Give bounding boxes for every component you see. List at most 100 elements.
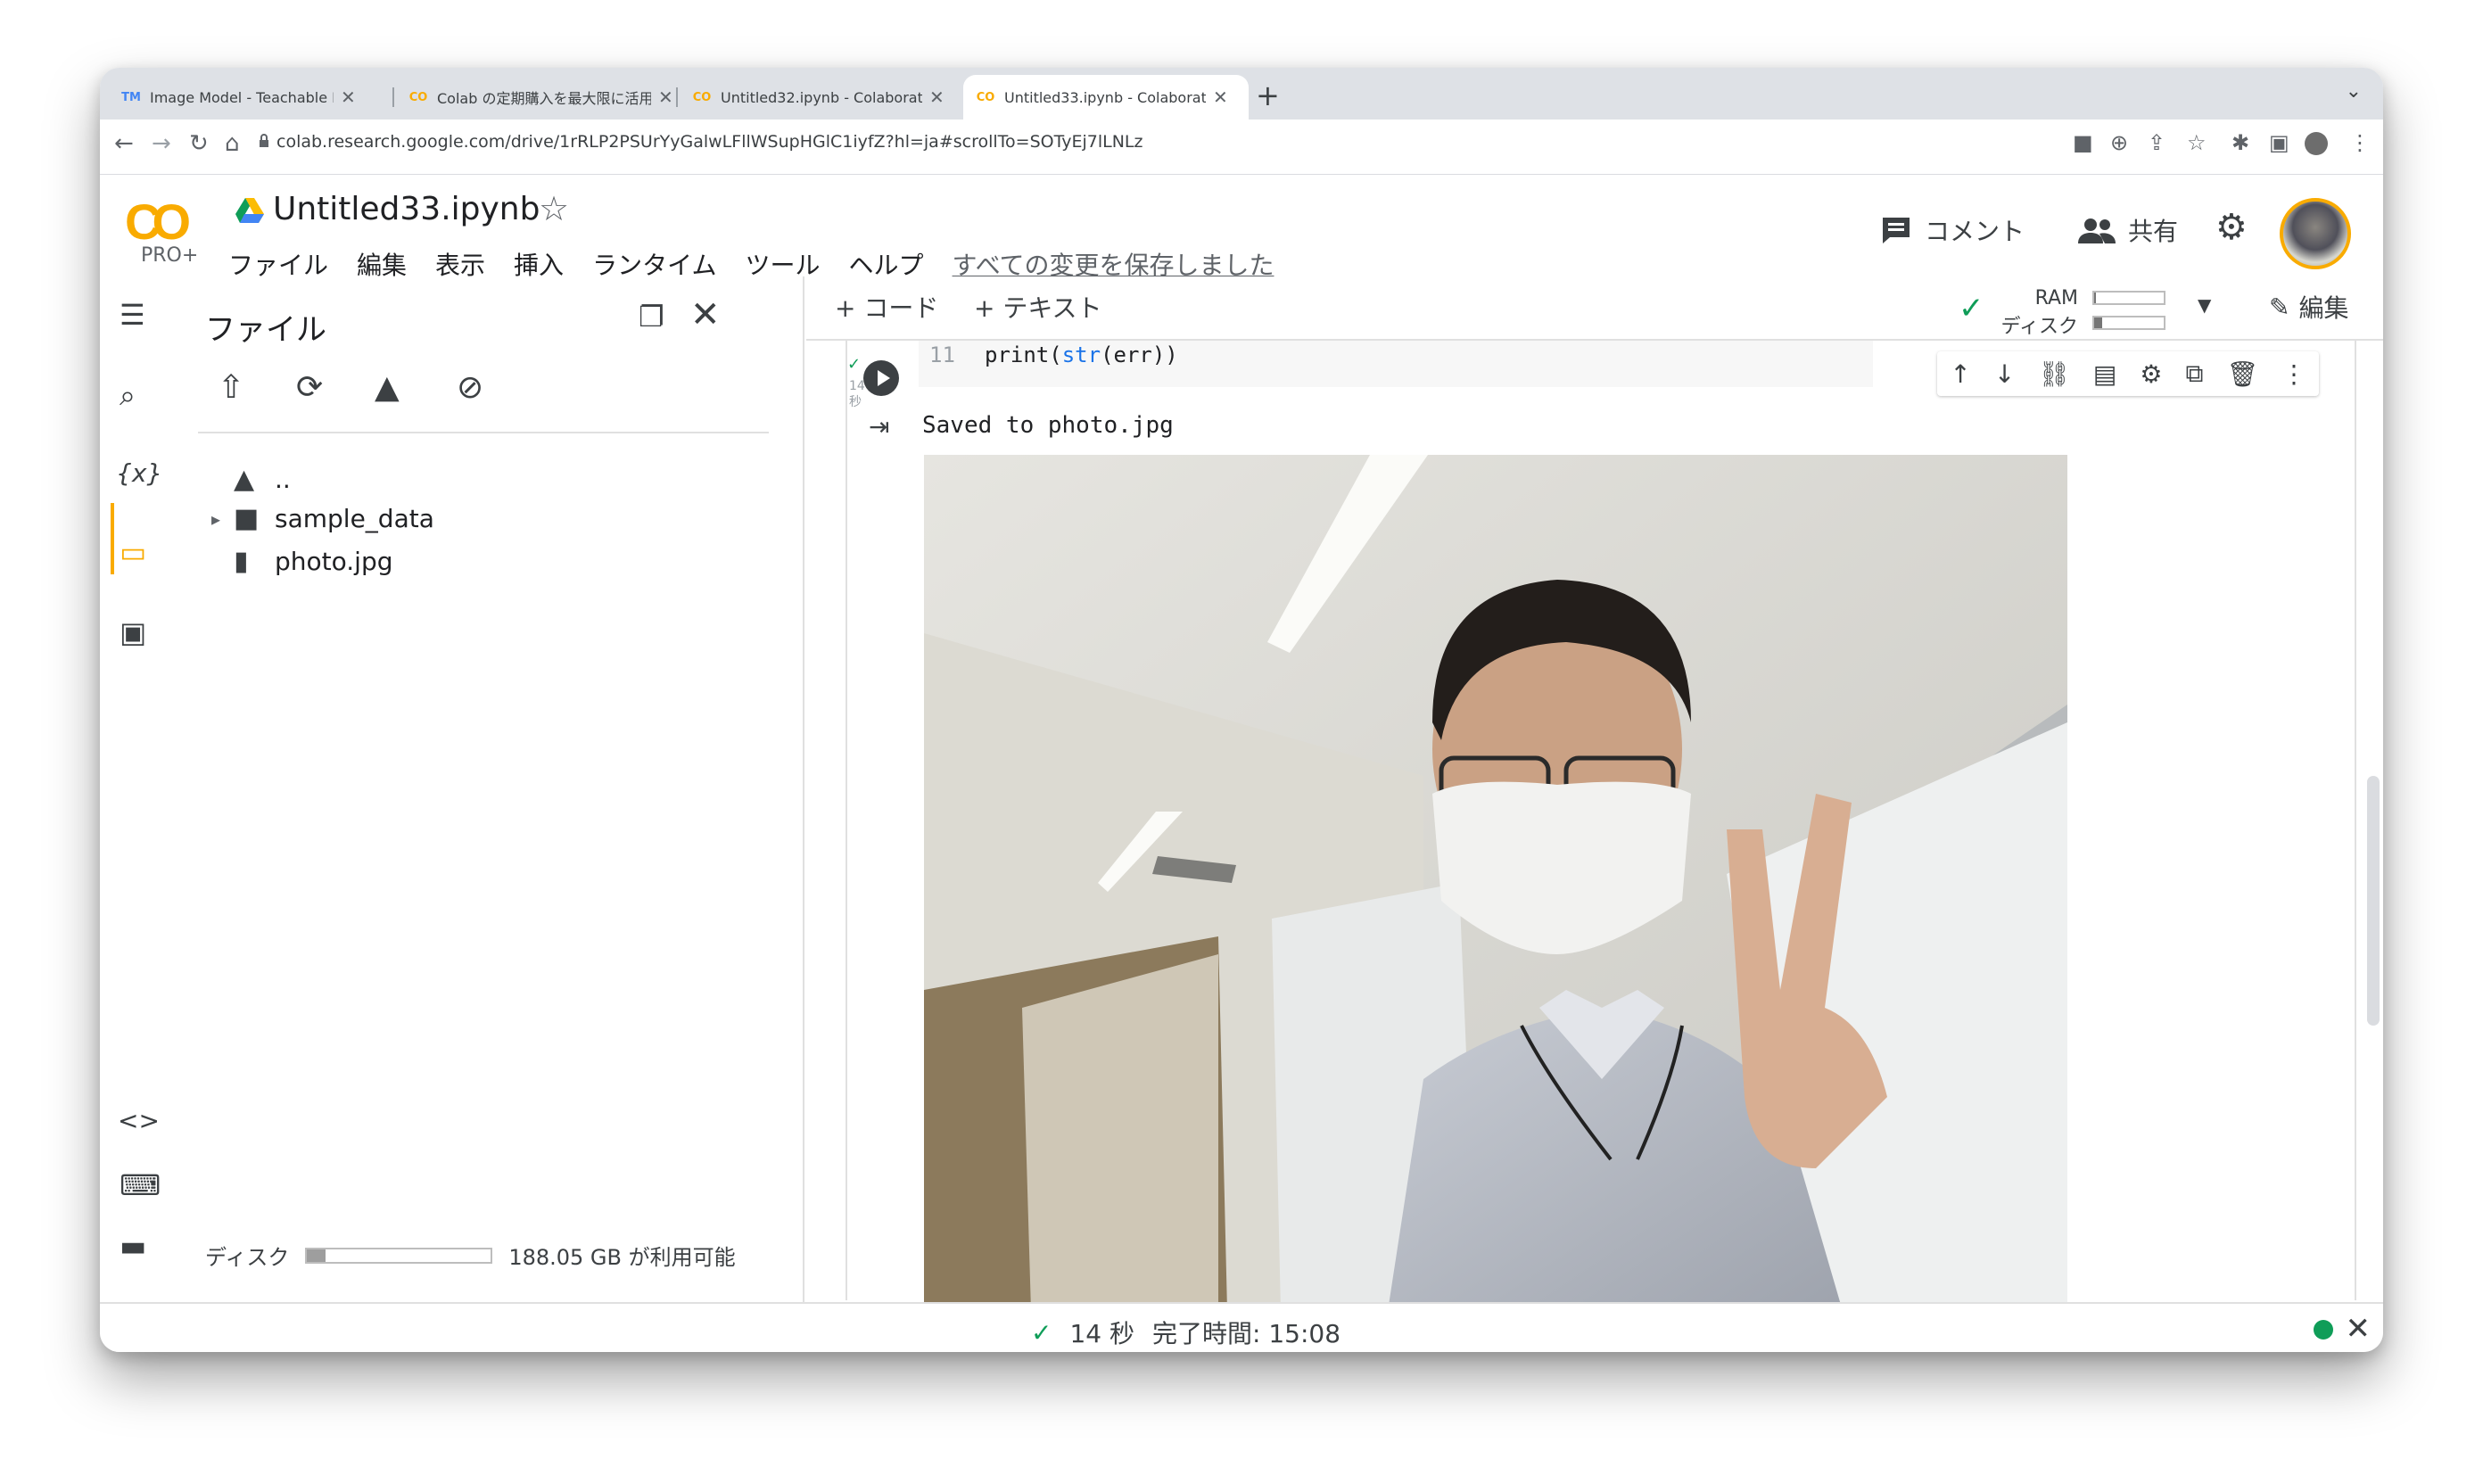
run-cell-button[interactable] <box>863 360 899 396</box>
disk-usage: ディスク 188.05 GB が利用可能 <box>205 1240 736 1271</box>
tab-title: Untitled32.ipynb - Colaboratory <box>721 88 922 106</box>
close-panel-icon[interactable]: ✕ <box>690 294 721 335</box>
output-redirect-icon[interactable]: ⇥ <box>869 412 889 441</box>
more-options-icon[interactable]: ⋮ <box>2281 359 2306 389</box>
forward-icon[interactable]: → <box>152 130 171 157</box>
tab-title: Image Model - Teachable Machine <box>150 88 334 106</box>
browser-window: TM Image Model - Teachable Machine ✕ CO … <box>100 68 2383 1352</box>
star-icon[interactable]: ☆ <box>539 189 569 228</box>
code-cell[interactable]: ✓ 14 秒 ⇥ 11 print(str(err)) ↑ ↓ ⛓ ▤ ⚙ ⧉ 🗑… <box>846 341 2356 1311</box>
hide-files-icon[interactable]: ⊘ <box>457 369 483 406</box>
close-tab-icon[interactable]: ✕ <box>341 87 356 108</box>
link-icon[interactable]: ⛓ <box>2038 359 2070 389</box>
ram-fill <box>2094 293 2097 303</box>
share-button[interactable]: 共有 <box>2078 212 2178 248</box>
colab-favicon: CO <box>408 90 428 104</box>
connection-status-dot[interactable] <box>2314 1320 2333 1340</box>
camera-icon[interactable]: ■ <box>2073 130 2093 155</box>
tab-title: Colab の定期購入を最大限に活用する <box>437 90 651 107</box>
delete-icon[interactable]: 🗑 <box>2226 359 2258 389</box>
refresh-folder-icon[interactable]: ⟳ <box>296 369 323 406</box>
notebook-title[interactable]: Untitled33.ipynb <box>273 191 540 227</box>
status-check-icon: ✓ <box>1031 1317 1052 1348</box>
variables-icon[interactable]: {x} <box>116 458 162 488</box>
share-label: 共有 <box>2128 217 2179 246</box>
add-code-button[interactable]: + コード <box>835 289 938 325</box>
code-line[interactable]: print(str(err)) <box>985 342 1178 367</box>
disk-label: ディスク <box>205 1245 290 1270</box>
tab-teachable-machine[interactable]: TM Image Model - Teachable Machine ✕ <box>109 75 368 120</box>
reload-icon[interactable]: ↻ <box>189 130 209 157</box>
notebook-toolbar: + コード + テキスト ✓ RAM ディスク ▼ ✎ 編集 ⌃ <box>806 276 2383 341</box>
teachable-machine-favicon: TM <box>121 90 141 104</box>
left-rail: ☰ ⌕ {x} ▭ ▣ <> ⌨ ▬ <box>100 276 171 1302</box>
side-panel-icon[interactable]: ▣ <box>2269 130 2289 155</box>
colab-logo[interactable]: CO PRO+ <box>125 193 202 273</box>
code-snippets-icon[interactable]: <> <box>118 1106 160 1135</box>
search-icon[interactable]: ⌕ <box>120 378 136 413</box>
file-row-parent[interactable]: ▲.. <box>198 464 291 495</box>
status-bar: ✓ 14 秒 完了時間: 15:08 ✕ <box>100 1302 2383 1352</box>
add-text-button[interactable]: + テキスト <box>974 289 1102 325</box>
tab-colab-subscription[interactable]: CO Colab の定期購入を最大限に活用する ✕ <box>396 75 686 120</box>
share-page-icon[interactable]: ⇪ <box>2148 130 2165 155</box>
edit-button[interactable]: ✎ 編集 <box>2269 289 2348 325</box>
account-avatar[interactable] <box>2280 198 2351 269</box>
rail-selection-indicator <box>111 503 114 574</box>
tab-search-chevron-icon[interactable]: ⌄ <box>2346 80 2362 103</box>
close-tab-icon[interactable]: ✕ <box>1213 87 1228 108</box>
mount-drive-icon[interactable]: ▲ <box>375 369 400 406</box>
home-icon[interactable]: ⌂ <box>225 130 240 157</box>
connected-check-icon: ✓ <box>1959 291 1984 326</box>
url-field[interactable]: colab.research.google.com/drive/1rRLP2PS… <box>276 132 1143 152</box>
colab-favicon: CO <box>692 90 712 104</box>
cell-comment-icon[interactable]: ▤ <box>2093 359 2116 389</box>
profile-icon[interactable] <box>2305 132 2328 155</box>
browser-menu-icon[interactable]: ⋮ <box>2349 130 2371 155</box>
close-tab-icon[interactable]: ✕ <box>658 87 673 108</box>
bookmark-star-icon[interactable]: ☆ <box>2187 130 2207 155</box>
terminal-icon[interactable]: ▬ <box>120 1229 146 1263</box>
mirror-cell-icon[interactable]: ⧉ <box>2185 359 2203 389</box>
code-editor[interactable]: 11 print(str(err)) <box>919 341 1873 387</box>
scrollbar[interactable] <box>2367 776 2380 1026</box>
disk-usage-fill <box>307 1249 326 1262</box>
folder-icon: ■ <box>234 503 260 534</box>
move-up-icon[interactable]: ↑ <box>1950 359 1970 389</box>
file-row-sample-data[interactable]: ▸ ■ sample_data <box>198 503 434 534</box>
open-in-tab-icon[interactable]: ❐ <box>639 300 664 334</box>
new-tab-button[interactable]: + <box>1256 78 1280 112</box>
extensions-icon[interactable]: ✱ <box>2231 130 2249 155</box>
disk-resource-label: ディスク <box>2000 316 2078 338</box>
move-down-icon[interactable]: ↓ <box>1994 359 2015 389</box>
plan-badge: PRO+ <box>141 244 199 267</box>
dropdown-arrow-icon[interactable]: ▼ <box>2198 294 2211 316</box>
back-icon[interactable]: ← <box>114 130 134 157</box>
tab-untitled33[interactable]: CO Untitled33.ipynb - Colaboratory ✕ <box>963 75 1249 120</box>
close-status-icon[interactable]: ✕ <box>2346 1311 2372 1347</box>
cell-settings-icon[interactable]: ⚙ <box>2140 359 2162 389</box>
cell-gutter: ✓ 14 秒 ⇥ <box>847 341 904 1300</box>
tab-title: Untitled33.ipynb - Colaboratory <box>1004 88 1206 106</box>
settings-gear-icon[interactable]: ⚙ <box>2215 207 2248 248</box>
close-tab-icon[interactable]: ✕ <box>929 87 945 108</box>
lock-icon <box>260 134 268 147</box>
file-panel: ファイル ❐ ✕ ⇧ ⟳ ▲ ⊘ ▲.. ▸ ■ sample_data ▮ phot… <box>171 276 804 1302</box>
disk-resource-bar <box>2092 316 2165 330</box>
comment-button[interactable]: コメント <box>1880 212 2025 248</box>
tab-untitled32[interactable]: CO Untitled32.ipynb - Colaboratory ✕ <box>680 75 957 120</box>
file-row-photo[interactable]: ▮ photo.jpg <box>198 546 393 577</box>
google-drive-icon[interactable] <box>235 198 264 223</box>
command-palette-icon[interactable]: ⌨ <box>120 1168 161 1202</box>
expand-arrow-icon[interactable]: ▸ <box>198 508 234 530</box>
status-completed-time: 完了時間: 15:08 <box>1152 1319 1341 1348</box>
disk-usage-bar <box>305 1247 493 1264</box>
divider <box>198 432 769 433</box>
files-folder-icon[interactable]: ▭ <box>120 535 146 569</box>
zoom-icon[interactable]: ⊕ <box>2110 130 2128 155</box>
disk-resource-fill <box>2094 317 2103 328</box>
upload-file-icon[interactable]: ⇧ <box>218 369 244 406</box>
resource-monitor[interactable]: ✓ RAM ディスク <box>1959 282 2182 338</box>
calendar-icon[interactable]: ▣ <box>120 615 146 649</box>
table-of-contents-icon[interactable]: ☰ <box>120 298 145 332</box>
